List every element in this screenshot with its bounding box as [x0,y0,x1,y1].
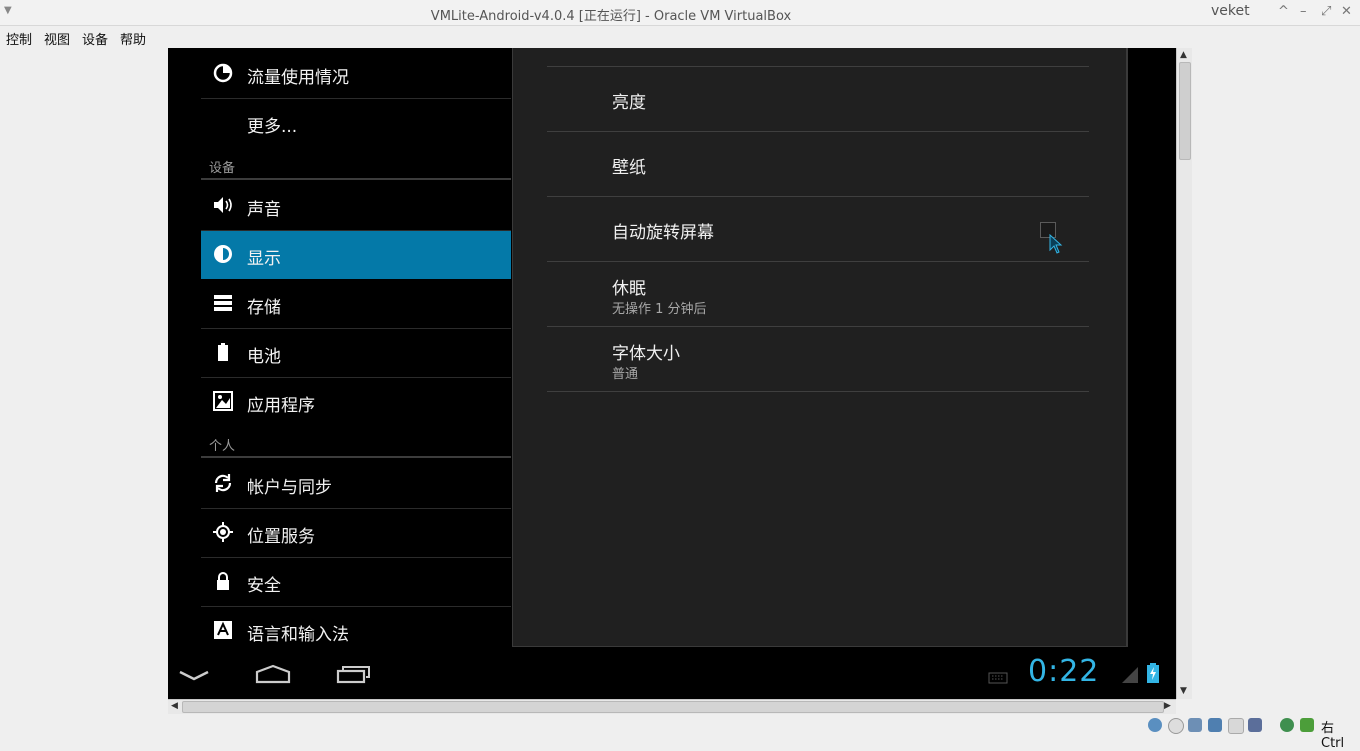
settings-item-accounts-sync[interactable]: 帐户与同步 [201,460,511,509]
optical-drive-icon[interactable] [1168,718,1184,734]
scroll-right-icon[interactable]: ▶ [1164,701,1171,711]
settings-item-label: 安全 [247,576,281,596]
category-device: 设备 [201,154,511,180]
display-item-brightness[interactable]: 亮度 [547,67,1089,132]
settings-item-label: 流量使用情况 [247,68,349,88]
mouse-cursor-icon [1049,233,1063,258]
host-key-label: 右 Ctrl [1321,721,1345,751]
language-icon [212,619,234,641]
settings-item-label: 声音 [247,200,281,220]
vertical-scrollbar[interactable]: ▲ ▼ [1176,48,1192,699]
settings-item-label: 存储 [247,298,281,318]
window-close-button[interactable]: ✕ [1341,4,1352,19]
menu-view[interactable]: 视图 [44,29,70,48]
scroll-left-icon[interactable]: ◀ [171,701,178,711]
horizontal-scrollbar[interactable]: ◀ ▶ [168,699,1176,714]
menu-devices[interactable]: 设备 [82,29,108,48]
window-title: VMLite-Android-v4.0.4 [正在运行] - Oracle VM… [430,9,792,24]
sync-icon [212,472,234,494]
display-capture-icon[interactable] [1248,718,1262,732]
data-usage-icon [212,62,234,84]
settings-item-security[interactable]: 安全 [201,558,511,607]
display-item-title: 壁纸 [612,158,646,178]
vertical-scroll-thumb[interactable] [1179,62,1191,160]
display-item-summary: 无操作 1 分钟后 [612,302,707,317]
lock-icon [212,570,234,592]
location-icon [212,521,234,543]
battery-charging-icon [1146,662,1160,688]
menubar: 控制 视图 设备 帮助 [0,26,1360,48]
storage-icon [212,292,234,314]
signal-icon [1121,666,1139,688]
battery-icon [212,341,234,363]
recent-apps-icon[interactable] [336,664,372,688]
scroll-down-icon[interactable]: ▼ [1180,686,1187,696]
display-item-title: 亮度 [612,93,646,113]
settings-item-location[interactable]: 位置服务 [201,509,511,558]
category-label: 设备 [209,161,236,176]
back-icon[interactable] [178,668,210,687]
speaker-icon [212,194,234,216]
settings-item-apps[interactable]: 应用程序 [201,378,511,426]
settings-list: 流量使用情况 更多... 设备 声音 显示 存储 电池 应用程序 个人 帐户与同… [201,48,511,648]
window-minimize-button[interactable]: – [1300,4,1307,19]
network-icon[interactable] [1208,718,1222,732]
hard-disk-icon[interactable] [1148,718,1162,732]
settings-item-label: 应用程序 [247,396,315,416]
settings-item-more[interactable]: 更多... [201,99,511,147]
shared-folders-icon[interactable] [1228,718,1244,734]
window-maximize-button[interactable]: ⤢ [1321,4,1331,19]
apps-icon [212,390,234,412]
display-settings-panel: 亮度 壁纸 自动旋转屏幕 休眠 无操作 1 分钟后 字体大小 普通 [512,48,1128,647]
virtualization-icon[interactable] [1280,718,1294,732]
horizontal-scroll-thumb[interactable] [182,701,1164,713]
display-item-sleep[interactable]: 休眠 无操作 1 分钟后 [547,262,1089,327]
settings-item-label: 帐户与同步 [247,478,332,498]
settings-item-label: 电池 [247,347,281,367]
vbox-statusbar: 右 Ctrl [0,714,1360,751]
usb-icon[interactable] [1188,718,1202,732]
settings-item-sound[interactable]: 声音 [201,182,511,231]
display-icon [212,243,234,265]
settings-item-label: 更多... [247,117,298,137]
display-item-title: 休眠 [612,279,646,299]
home-icon[interactable] [255,664,291,688]
settings-item-display[interactable]: 显示 [201,231,511,279]
scroll-up-icon[interactable]: ▲ [1180,50,1187,60]
settings-item-label: 位置服务 [247,527,315,547]
settings-item-label: 语言和输入法 [247,625,349,645]
display-item-font-size[interactable]: 字体大小 普通 [547,327,1089,392]
android-navbar: 0:22 [168,648,1176,699]
mouse-integration-icon[interactable] [1300,718,1314,732]
menu-help[interactable]: 帮助 [120,29,146,48]
category-personal: 个人 [201,432,511,458]
display-item-title: 自动旋转屏幕 [612,223,714,243]
settings-item-data-usage[interactable]: 流量使用情况 [201,50,511,99]
window-titlebar: ▼ VMLite-Android-v4.0.4 [正在运行] - Oracle … [0,0,1360,26]
settings-item-label: 显示 [247,249,281,269]
menu-control[interactable]: 控制 [6,29,32,48]
display-item-summary: 普通 [612,367,639,382]
vm-screen[interactable]: 流量使用情况 更多... 设备 声音 显示 存储 电池 应用程序 个人 帐户与同… [168,48,1176,699]
display-item-auto-rotate[interactable]: 自动旋转屏幕 [547,197,1089,262]
display-item-wallpaper[interactable]: 壁纸 [547,132,1089,197]
android-clock: 0:22 [1028,654,1100,689]
settings-item-storage[interactable]: 存储 [201,280,511,329]
keyboard-icon [988,669,1008,688]
settings-item-battery[interactable]: 电池 [201,329,511,378]
display-item-partial [547,48,1089,67]
category-label: 个人 [209,439,236,454]
window-user-label: veket [1211,3,1250,19]
display-item-title: 字体大小 [612,344,680,364]
window-up-button[interactable]: ^ [1278,4,1289,19]
